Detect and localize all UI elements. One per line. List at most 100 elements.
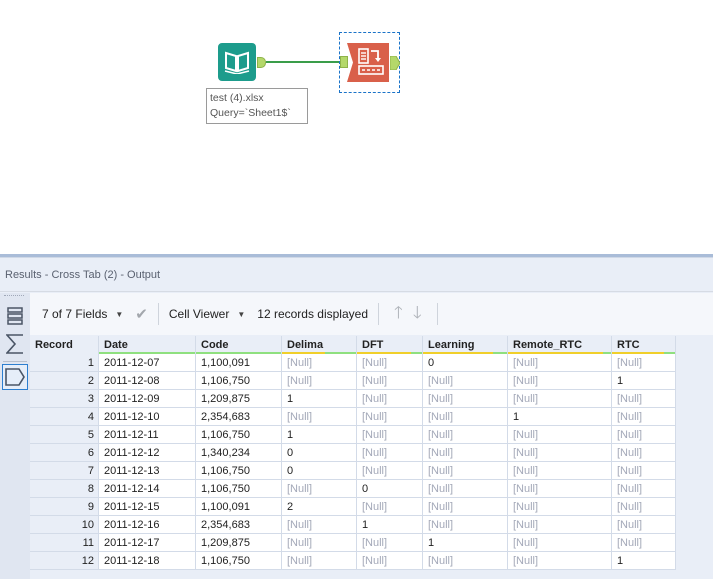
connection-line[interactable] (266, 61, 341, 63)
table-row[interactable]: 2 2011-12-08 1,106,750 [Null] [Null] [Null] [N… (30, 372, 676, 390)
table-cell[interactable]: [Null] (508, 534, 612, 552)
table-row[interactable]: 5 2011-12-11 1,106,750 1 [Null] [Null] [Null][… (30, 426, 676, 444)
table-cell[interactable]: 2 (282, 498, 357, 516)
table-cell[interactable]: [Null] (357, 372, 423, 390)
cell-viewer-dropdown[interactable]: Cell Viewer ▼ (169, 307, 245, 321)
table-cell[interactable]: [Null] (423, 498, 508, 516)
table-cell[interactable]: 1 (612, 372, 676, 390)
table-cell[interactable]: [Null] (612, 426, 676, 444)
table-cell[interactable]: 1,106,750 (196, 480, 282, 498)
table-cell[interactable]: [Null] (423, 408, 508, 426)
table-cell[interactable]: [Null] (357, 534, 423, 552)
table-cell[interactable]: 0 (357, 480, 423, 498)
table-cell[interactable]: 1,106,750 (196, 372, 282, 390)
table-cell[interactable]: 2011-12-12 (99, 444, 196, 462)
table-cell[interactable]: [Null] (508, 480, 612, 498)
column-header-learning[interactable]: Learning (423, 336, 508, 354)
table-cell[interactable]: 2011-12-10 (99, 408, 196, 426)
column-header-record[interactable]: Record (30, 336, 99, 354)
table-cell[interactable]: [Null] (423, 372, 508, 390)
table-cell[interactable]: [Null] (282, 408, 357, 426)
list-view-button[interactable] (2, 303, 28, 329)
table-cell[interactable]: [Null] (282, 534, 357, 552)
table-row[interactable]: 4 2011-12-10 2,354,683 [Null] [Null] [Null] 1[… (30, 408, 676, 426)
table-cell[interactable]: [Null] (357, 408, 423, 426)
table-row[interactable]: 3 2011-12-09 1,209,875 1 [Null] [Null] [Null][… (30, 390, 676, 408)
table-cell[interactable]: 2011-12-14 (99, 480, 196, 498)
column-header-code[interactable]: Code (196, 336, 282, 354)
crosstab-output-anchor[interactable] (389, 55, 401, 71)
table-cell[interactable]: [Null] (282, 516, 357, 534)
output-anchor-button[interactable] (2, 364, 28, 390)
table-cell[interactable]: [Null] (282, 480, 357, 498)
table-cell[interactable]: 1,100,091 (196, 498, 282, 516)
table-cell[interactable]: [Null] (357, 462, 423, 480)
table-cell[interactable]: 2011-12-08 (99, 372, 196, 390)
table-row[interactable]: 10 2011-12-16 2,354,683 [Null] 1 [Null] [Null]… (30, 516, 676, 534)
table-cell[interactable]: [Null] (508, 354, 612, 372)
table-cell[interactable]: 1 (357, 516, 423, 534)
table-row[interactable]: 8 2011-12-14 1,106,750 [Null] 0 [Null] [Null][… (30, 480, 676, 498)
table-cell[interactable]: 0 (282, 462, 357, 480)
table-cell[interactable]: [Null] (508, 516, 612, 534)
table-cell[interactable]: 1,106,750 (196, 426, 282, 444)
table-cell[interactable]: [Null] (508, 372, 612, 390)
table-cell[interactable]: 2,354,683 (196, 408, 282, 426)
table-cell[interactable]: 2011-12-13 (99, 462, 196, 480)
table-cell[interactable]: 2,354,683 (196, 516, 282, 534)
table-cell[interactable]: 2011-12-09 (99, 390, 196, 408)
table-cell[interactable]: 0 (423, 354, 508, 372)
table-cell[interactable]: 1,106,750 (196, 552, 282, 570)
table-cell[interactable]: [Null] (612, 480, 676, 498)
table-cell[interactable]: [Null] (612, 516, 676, 534)
table-cell[interactable]: [Null] (508, 390, 612, 408)
input-data-tool[interactable] (218, 43, 256, 81)
table-row[interactable]: 7 2011-12-13 1,106,750 0 [Null] [Null] [Null][… (30, 462, 676, 480)
table-cell[interactable]: [Null] (357, 498, 423, 516)
table-cell[interactable]: [Null] (612, 534, 676, 552)
grip-handle[interactable] (4, 295, 24, 299)
table-cell[interactable]: 2011-12-11 (99, 426, 196, 444)
table-cell[interactable]: 2011-12-15 (99, 498, 196, 516)
table-cell[interactable]: [Null] (612, 354, 676, 372)
table-cell[interactable]: [Null] (357, 552, 423, 570)
table-cell[interactable]: 1 (282, 390, 357, 408)
results-grid[interactable]: Record Date Code Delima DFT Learning Rem… (30, 336, 676, 570)
table-row[interactable]: 1 2011-12-07 1,100,091 [Null] [Null] 0 [Null][… (30, 354, 676, 372)
table-cell[interactable]: [Null] (357, 390, 423, 408)
table-cell[interactable]: [Null] (423, 426, 508, 444)
table-cell[interactable]: 1 (508, 408, 612, 426)
table-cell[interactable]: [Null] (612, 444, 676, 462)
table-cell[interactable]: 2011-12-18 (99, 552, 196, 570)
table-cell[interactable]: [Null] (357, 426, 423, 444)
table-row[interactable]: 9 2011-12-15 1,100,091 2 [Null] [Null] [Null][… (30, 498, 676, 516)
table-cell[interactable]: [Null] (423, 462, 508, 480)
table-cell[interactable]: 2011-12-07 (99, 354, 196, 372)
table-cell[interactable]: [Null] (357, 354, 423, 372)
column-header-rtc[interactable]: RTC (612, 336, 676, 354)
table-cell[interactable]: [Null] (612, 498, 676, 516)
table-cell[interactable]: [Null] (282, 372, 357, 390)
table-cell[interactable]: 1,340,234 (196, 444, 282, 462)
table-cell[interactable]: [Null] (423, 390, 508, 408)
table-cell[interactable]: [Null] (357, 444, 423, 462)
table-cell[interactable]: 1 (423, 534, 508, 552)
table-row[interactable]: 11 2011-12-17 1,209,875 [Null] [Null] 1 [Null]… (30, 534, 676, 552)
table-cell[interactable]: 1,209,875 (196, 390, 282, 408)
table-cell[interactable]: [Null] (508, 426, 612, 444)
table-cell[interactable]: [Null] (282, 354, 357, 372)
table-cell[interactable]: [Null] (508, 444, 612, 462)
arrow-up-icon[interactable]: 🡑 (394, 300, 403, 329)
cross-tab-tool[interactable] (347, 43, 389, 82)
table-row[interactable]: 6 2011-12-12 1,340,234 0 [Null] [Null] [Null][… (30, 444, 676, 462)
table-cell[interactable]: [Null] (508, 498, 612, 516)
table-cell[interactable]: 1 (612, 552, 676, 570)
input-tool-output-anchor[interactable] (257, 57, 266, 68)
table-row[interactable]: 12 2011-12-18 1,106,750 [Null] [Null] [Null][… (30, 552, 676, 570)
checkmark-icon[interactable]: ✔ (135, 305, 148, 323)
table-cell[interactable]: [Null] (282, 552, 357, 570)
workflow-canvas[interactable]: test (4).xlsx Query=`Sheet1$` (0, 0, 713, 255)
fields-dropdown[interactable]: 7 of 7 Fields ▼ (42, 307, 123, 321)
table-cell[interactable]: [Null] (612, 390, 676, 408)
arrow-down-icon[interactable]: 🡓 (413, 300, 422, 329)
